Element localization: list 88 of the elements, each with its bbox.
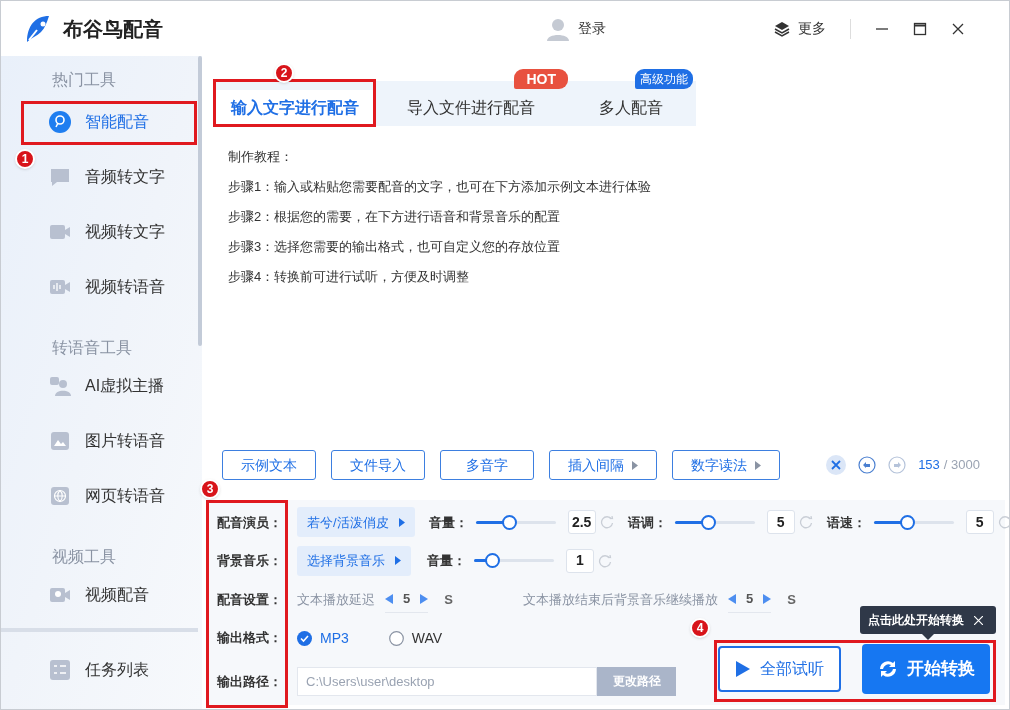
- sidebar-item[interactable]: 图片转语音: [49, 419, 180, 462]
- sidebar-item[interactable]: 智能配音: [49, 100, 180, 143]
- char-count: 153: [918, 456, 940, 475]
- unit-label: S: [787, 590, 796, 609]
- preview-all-button[interactable]: 全部试听: [718, 646, 841, 692]
- number-stepper[interactable]: 5: [727, 586, 772, 613]
- tutorial-text: 步骤1：输入或粘贴您需要配音的文字，也可在下方添加示例文本进行体验: [228, 178, 653, 197]
- slider-track[interactable]: [475, 514, 556, 530]
- slider-thumb[interactable]: [484, 553, 500, 569]
- setting-label: 配音演员：: [217, 513, 283, 532]
- right-arrow-icon[interactable]: [420, 594, 429, 605]
- sidebar-item[interactable]: AI虚拟主播: [49, 364, 180, 407]
- undo-icon[interactable]: [858, 456, 877, 474]
- close-icon[interactable]: [951, 21, 965, 36]
- left-arrow-icon[interactable]: [385, 594, 393, 605]
- tutorial-text: 步骤3：选择您需要的输出格式，也可自定义您的存放位置: [228, 238, 562, 257]
- stepper-value: 5: [745, 590, 754, 609]
- tab[interactable]: 多人配音: [566, 90, 696, 126]
- tab[interactable]: 导入文件进行配音: [376, 90, 566, 126]
- right-arrow-icon[interactable]: [763, 594, 772, 605]
- value-field[interactable]: 1: [566, 548, 594, 573]
- dropdown-button[interactable]: 若兮/活泼俏皮: [297, 507, 415, 538]
- badge: 高级功能: [635, 69, 693, 89]
- image-icon: [49, 429, 71, 452]
- globe-icon: [49, 484, 71, 507]
- play-icon: [735, 661, 750, 677]
- slider-label: 音量：: [427, 552, 466, 571]
- toolbar-button[interactable]: 数字读法: [672, 450, 780, 480]
- caret-icon: [395, 556, 401, 566]
- value-field[interactable]: 5: [965, 510, 994, 535]
- clear-icon[interactable]: [826, 455, 847, 475]
- setting-text: 文本播放延迟: [297, 590, 375, 609]
- toolbar-button[interactable]: 文件导入: [331, 450, 425, 480]
- caret-icon: [398, 517, 405, 527]
- step-number-badge: 2: [274, 63, 294, 83]
- section-heading: 视频工具: [51, 547, 117, 567]
- left-arrow-icon[interactable]: [727, 594, 736, 605]
- more-menu[interactable]: 更多: [798, 18, 826, 39]
- section-heading: 热门工具: [51, 70, 117, 90]
- tutorial-text: 制作教程：: [228, 148, 294, 167]
- sidebar-item[interactable]: 任务列表: [1, 631, 202, 709]
- checklist-icon: [49, 659, 71, 682]
- badge: HOT: [514, 69, 568, 89]
- sidebar-item[interactable]: 视频转语音: [49, 265, 180, 308]
- start-convert-button[interactable]: 开始转换: [862, 644, 990, 694]
- slider-label: 音量：: [428, 513, 468, 532]
- slider-track[interactable]: [474, 553, 554, 569]
- radio-option[interactable]: MP3: [297, 627, 349, 649]
- toolbar-button[interactable]: 示例文本: [222, 450, 316, 480]
- people-icon: [49, 374, 71, 397]
- toolbar-button[interactable]: 插入间隔: [549, 450, 657, 480]
- step-number-badge: 3: [200, 479, 220, 499]
- slider-label: 语速：: [826, 513, 866, 532]
- tab[interactable]: 输入文字进行配音: [214, 90, 376, 126]
- unit-label: S: [444, 590, 453, 609]
- sidebar-item[interactable]: 视频配音: [49, 573, 180, 616]
- setting-label: 输出路径：: [217, 672, 283, 691]
- slider-label: 语调：: [627, 513, 667, 532]
- number-stepper[interactable]: 5: [385, 586, 429, 613]
- dropdown-button[interactable]: 选择背景音乐: [297, 545, 411, 576]
- slider-track[interactable]: [674, 514, 755, 530]
- user-avatar-icon: [546, 16, 570, 41]
- layers-icon: [774, 20, 790, 37]
- slider-thumb[interactable]: [900, 514, 916, 530]
- tutorial-text: 步骤2：根据您的需要，在下方进行语音和背景音乐的配置: [228, 208, 562, 227]
- sidebar-item[interactable]: 音频转文字: [49, 155, 180, 198]
- maximize-icon[interactable]: [913, 21, 927, 36]
- stepper-value: 5: [403, 590, 411, 609]
- setting-label: 背景音乐：: [217, 552, 283, 571]
- radio-option[interactable]: WAV: [388, 627, 443, 649]
- value-field[interactable]: 5: [766, 510, 795, 535]
- value-field[interactable]: 2.5: [567, 510, 596, 535]
- slider-thumb[interactable]: [502, 514, 518, 530]
- setting-text: 文本播放结束后背景音乐继续播放: [522, 590, 718, 609]
- section-heading: 转语音工具: [51, 338, 133, 358]
- tutorial-text: 步骤4：转换前可进行试听，方便及时调整: [228, 268, 471, 287]
- sidebar-item[interactable]: 视频转文字: [49, 210, 180, 253]
- char-limit: / 3000: [943, 456, 980, 475]
- tooltip-text: 点击此处开始转换: [868, 612, 964, 629]
- sync-icon: [877, 659, 899, 679]
- slider-thumb[interactable]: [701, 514, 717, 530]
- slider-track[interactable]: [873, 514, 954, 530]
- app-title: 布谷鸟配音: [63, 16, 163, 42]
- setting-label: 配音设置：: [217, 590, 283, 609]
- login-link[interactable]: 登录: [578, 18, 606, 39]
- sidebar-item[interactable]: 网页转语音: [49, 474, 180, 517]
- toolbar-button[interactable]: 多音字: [440, 450, 534, 480]
- setting-label: 输出格式：: [217, 629, 283, 648]
